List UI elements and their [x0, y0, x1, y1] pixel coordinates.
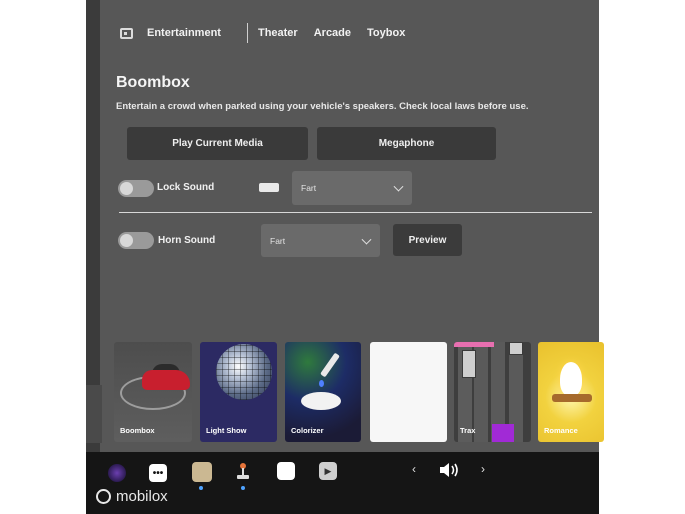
volume-up-chevron-icon[interactable]: ›	[481, 462, 485, 476]
paint-blob-graphic	[301, 392, 341, 410]
card-label: Romance	[544, 426, 578, 435]
horn-sound-select[interactable]: Fart	[261, 224, 380, 257]
megaphone-button[interactable]: Megaphone	[317, 127, 496, 160]
trax-purple-block	[492, 424, 514, 442]
chevron-down-icon	[361, 234, 372, 245]
card-label: Trax	[460, 426, 476, 435]
lock-sound-select-value: Fart	[301, 183, 317, 193]
tab-arcade[interactable]: Arcade	[314, 27, 351, 39]
card-label: Boombox	[120, 426, 155, 435]
dropper-icon	[320, 352, 340, 378]
more-icon[interactable]: •••	[149, 464, 167, 482]
lock-sound-indicator	[259, 183, 279, 192]
disco-ball-facets	[216, 344, 272, 400]
tab-toybox[interactable]: Toybox	[367, 27, 405, 39]
boombox-card[interactable]: Boombox	[114, 342, 192, 442]
volume-icon[interactable]	[438, 461, 460, 484]
paint-drop-graphic	[319, 380, 324, 387]
page-subtitle: Entertain a crowd when parked using your…	[116, 101, 529, 112]
nav-entertainment[interactable]: Entertainment	[147, 27, 221, 39]
active-indicator	[241, 486, 245, 490]
play-current-media-button[interactable]: Play Current Media	[127, 127, 308, 160]
left-bezel	[0, 0, 86, 514]
watermark-text: mobilox	[116, 488, 168, 505]
horn-sound-select-value: Fart	[270, 235, 286, 246]
horn-sound-label: Horn Sound	[158, 235, 216, 246]
chevron-down-icon	[393, 181, 404, 192]
fire-icon	[560, 362, 582, 396]
lock-sound-label: Lock Sound	[157, 182, 215, 193]
trax-card[interactable]: Trax	[454, 342, 531, 442]
trax-slider	[462, 350, 476, 378]
calendar-icon[interactable]	[277, 462, 295, 480]
card-label: Light Show	[206, 426, 247, 435]
divider	[119, 212, 592, 213]
trax-pink-bar	[454, 342, 494, 347]
blank-card[interactable]	[370, 342, 447, 442]
light-show-card[interactable]: Light Show	[200, 342, 277, 442]
watermark: mobilox	[96, 488, 168, 505]
toybox-icon[interactable]	[192, 462, 212, 482]
romance-card[interactable]: Romance	[538, 342, 604, 442]
car-graphic	[142, 370, 190, 390]
log-graphic	[552, 394, 592, 402]
watermark-logo-icon	[96, 489, 111, 504]
page-title: Boombox	[116, 74, 190, 91]
lock-sound-select[interactable]: Fart	[292, 171, 412, 205]
camera-icon[interactable]	[108, 464, 126, 482]
volume-down-chevron-icon[interactable]: ‹	[412, 462, 416, 476]
horn-sound-toggle[interactable]	[118, 232, 154, 249]
colorizer-card[interactable]: Colorizer	[285, 342, 361, 442]
active-indicator	[199, 486, 203, 490]
lock-sound-toggle[interactable]	[118, 180, 154, 197]
media-icon[interactable]: ▶	[319, 462, 337, 480]
trax-slider	[509, 342, 523, 355]
right-bezel	[599, 0, 685, 514]
trax-track	[474, 342, 488, 442]
nav-divider	[246, 23, 248, 43]
joystick-icon[interactable]	[234, 462, 252, 480]
entertainment-icon	[120, 27, 133, 39]
card-label: Colorizer	[291, 426, 324, 435]
side-panel-handle[interactable]	[86, 385, 102, 443]
tab-theater[interactable]: Theater	[258, 27, 298, 39]
top-nav: Entertainment Theater Arcade Toybox	[120, 22, 421, 44]
preview-button[interactable]: Preview	[393, 224, 462, 256]
